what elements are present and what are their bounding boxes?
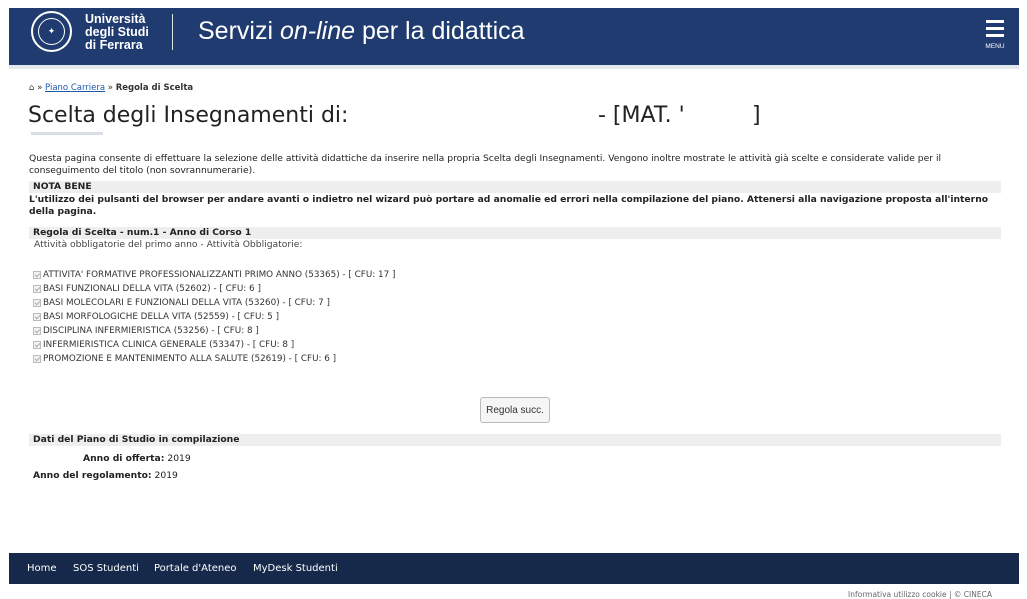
footer-link-mydesk-studenti[interactable]: MyDesk Studenti <box>253 563 338 574</box>
activity-item: BASI MOLECOLARI E FUNZIONALI DELLA VITA … <box>33 297 330 309</box>
checkbox-checked-disabled <box>33 341 41 349</box>
activity-label: BASI MOLECOLARI E FUNZIONALI DELLA VITA … <box>43 298 330 308</box>
activity-item: BASI FUNZIONALI DELLA VITA (52602) - [ C… <box>33 283 261 295</box>
breadcrumb-link-piano-carriera[interactable]: Piano Carriera <box>45 83 105 93</box>
activity-label: PROMOZIONE E MANTENIMENTO ALLA SALUTE (5… <box>43 354 337 364</box>
site-title-emph: on-line <box>279 17 356 45</box>
anno-offerta-value: 2019 <box>167 453 191 464</box>
site-title-prefix: Servizi <box>198 17 280 45</box>
checkbox-checked-disabled <box>33 313 41 321</box>
matricola-close: ] <box>752 103 761 128</box>
activity-item: BASI MORFOLOGICHE DELLA VITA (52559) - [… <box>33 311 279 323</box>
footer-link-portale-ateneo[interactable]: Portale d'Ateneo <box>154 563 237 574</box>
anno-offerta: Anno di offerta: 2019 <box>83 453 191 465</box>
anno-regolamento: Anno del regolamento: 2019 <box>33 470 178 482</box>
anno-offerta-label: Anno di offerta: <box>83 453 165 464</box>
checkbox-checked-disabled <box>33 355 41 363</box>
intro-text: Questa pagina consente di effettuare la … <box>29 153 942 176</box>
matricola-label: - [MAT. ' <box>598 103 685 128</box>
activity-label: ATTIVITA' FORMATIVE PROFESSIONALIZZANTI … <box>43 270 396 280</box>
logo-line-3: di Ferrara <box>85 38 143 52</box>
checkbox-checked-disabled <box>33 285 41 293</box>
site-title-suffix: per la didattica <box>355 17 525 45</box>
header-stripe <box>9 65 1019 69</box>
footer-link-home[interactable]: Home <box>27 563 57 574</box>
activity-label: DISCIPLINA INFERMIERISTICA (53256) - [ C… <box>43 326 259 336</box>
university-name-logo[interactable]: Università degli Studi di Ferrara <box>85 13 149 52</box>
nota-bene-title: NOTA BENE <box>33 181 92 192</box>
nota-bene-band <box>29 181 1001 193</box>
dati-title: Dati del Piano di Studio in compilazione <box>33 434 240 445</box>
activity-item: DISCIPLINA INFERMIERISTICA (53256) - [ C… <box>33 325 259 337</box>
regola-title: Regola di Scelta - num.1 - Anno di Corso… <box>33 227 252 238</box>
activity-item: INFERMIERISTICA CLINICA GENERALE (53347)… <box>33 339 294 351</box>
breadcrumb-current: Regola di Scelta <box>115 83 194 93</box>
logo-divider <box>172 14 173 50</box>
anno-regolamento-value: 2019 <box>154 470 178 481</box>
activity-label: INFERMIERISTICA CLINICA GENERALE (53347)… <box>43 340 295 350</box>
regola-subtitle: Attività obbligatorie del primo anno - A… <box>34 239 303 250</box>
cookie-policy-link[interactable]: Informativa utilizzo cookie | © CINECA <box>848 590 992 599</box>
activity-item: ATTIVITA' FORMATIVE PROFESSIONALIZZANTI … <box>33 269 395 281</box>
breadcrumb-sep: » <box>107 83 113 93</box>
next-rule-button[interactable]: Regola succ. <box>480 397 550 423</box>
footer-link-sos-studenti[interactable]: SOS Studenti <box>73 563 139 574</box>
seal-inner: ✦ <box>38 18 65 45</box>
checkbox-checked-disabled <box>33 327 41 335</box>
nota-bene-text: L'utilizzo dei pulsanti del browser per … <box>29 194 989 217</box>
title-underline <box>31 132 103 135</box>
hamburger-icon-bar <box>986 27 1004 30</box>
menu-label: MENU <box>985 43 1005 50</box>
breadcrumb-sep: » <box>37 83 43 93</box>
university-seal-logo[interactable]: ✦ <box>31 11 72 52</box>
hamburger-icon <box>986 20 1004 23</box>
activity-label: BASI MORFOLOGICHE DELLA VITA (52559) - [… <box>43 312 280 322</box>
anno-regolamento-label: Anno del regolamento: <box>33 470 152 481</box>
hamburger-icon-bar <box>986 34 1004 37</box>
checkbox-checked-disabled <box>33 299 41 307</box>
page-title: Scelta degli Insegnamenti di: <box>28 103 349 128</box>
menu-button[interactable]: MENU <box>983 20 1007 52</box>
activity-label: BASI FUNZIONALI DELLA VITA (52602) - [ C… <box>43 284 261 294</box>
activity-item: PROMOZIONE E MANTENIMENTO ALLA SALUTE (5… <box>33 353 336 365</box>
site-title: Servizi on-line per la didattica <box>198 17 525 45</box>
breadcrumb: ⌂ » Piano Carriera » Regola di Scelta <box>29 83 193 93</box>
checkbox-checked-disabled <box>33 271 41 279</box>
home-icon[interactable]: ⌂ <box>29 83 34 93</box>
